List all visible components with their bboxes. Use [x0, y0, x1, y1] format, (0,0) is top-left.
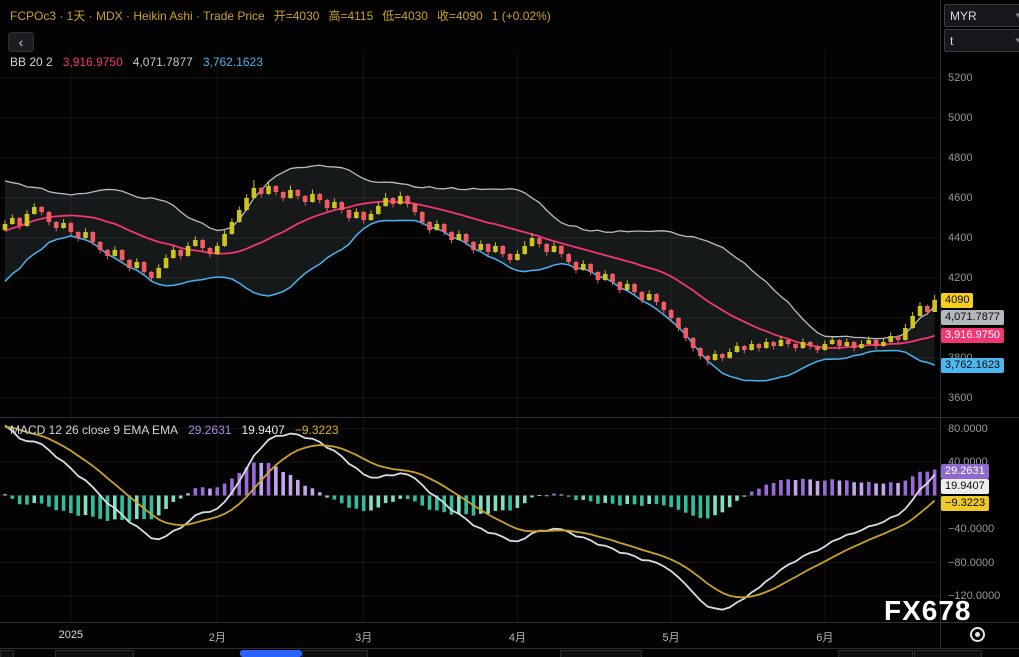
time-label: 5月 [663, 629, 680, 645]
bb-label: BB 20 2 [10, 55, 53, 69]
bb-basis-value: 3,916.9750 [63, 55, 123, 69]
price-tick: 4600 [948, 192, 972, 204]
price-tick: 5200 [948, 72, 972, 84]
macd-line-badge: 19.9407 [941, 479, 989, 494]
macd-tick: −80.0000 [948, 557, 994, 569]
unit-value: t [950, 34, 953, 48]
unit-dropdown[interactable]: t ▾ [944, 29, 1019, 52]
time-label: 6月 [816, 629, 833, 645]
back-button[interactable]: ‹ [8, 32, 34, 52]
bottom-separator [0, 648, 1019, 649]
symbol-header: FCPOc3 · 1天 · MDX · Heikin Ashi · Trade … [10, 7, 560, 24]
currency-value: MYR [950, 9, 977, 23]
ohlc-open: 开=4030 [274, 9, 320, 23]
ohlc-close: 收=4090 [437, 9, 483, 23]
macd-tick: 80.0000 [948, 423, 988, 435]
ohlc-high: 高=4115 [328, 9, 373, 23]
price-tick: 4800 [948, 152, 972, 164]
scrollbar-thumb[interactable] [240, 650, 302, 657]
macd-signal-value: −9.3223 [295, 423, 339, 437]
price-tick: 4200 [948, 272, 972, 284]
bb-upper-value: 4,071.7877 [133, 55, 193, 69]
time-axis-separator [0, 622, 1019, 623]
bottom-toolbar-chip[interactable] [838, 650, 913, 657]
chevron-down-icon: ▾ [1015, 10, 1019, 21]
last-price-badge: 4090 [941, 293, 973, 308]
fx678-ring-icon [970, 627, 985, 642]
bb-lower-value: 3,762.1623 [203, 55, 263, 69]
bottom-toolbar-chip[interactable] [0, 650, 14, 657]
bb-lower-badge: 3,762.1623 [941, 358, 1004, 373]
ohlc-low: 低=4030 [382, 9, 428, 23]
chart-canvas[interactable] [0, 0, 940, 648]
bottom-toolbar-chip[interactable] [560, 650, 642, 657]
time-label: 4月 [509, 629, 526, 645]
trading-chart-app: FCPOc3 · 1天 · MDX · Heikin Ashi · Trade … [0, 0, 1019, 657]
macd-line-value: 19.9407 [241, 423, 284, 437]
back-arrow-icon: ‹ [19, 34, 24, 50]
chevron-down-icon: ▾ [1015, 35, 1019, 46]
macd-tick: −40.0000 [948, 523, 994, 535]
symbol-title: FCPOc3 · 1天 · MDX · Heikin Ashi · Trade … [10, 9, 265, 23]
bb-legend[interactable]: BB 20 2 3,916.9750 4,071.7877 3,762.1623 [10, 55, 273, 69]
time-label: 3月 [355, 629, 372, 645]
bb-basis-badge: 3,916.9750 [941, 328, 1004, 343]
macd-legend[interactable]: MACD 12 26 close 9 EMA EMA 29.2631 19.9407… [10, 423, 349, 437]
macd-signal-badge: −9.3223 [941, 496, 989, 511]
watermark-fx678: FX678 [884, 595, 972, 627]
price-tick: 5000 [948, 112, 972, 124]
pane-separator[interactable] [0, 417, 1019, 418]
time-label: 2月 [209, 629, 226, 645]
bottom-toolbar-chip[interactable] [302, 650, 368, 657]
price-tick: 4400 [948, 232, 972, 244]
bb-upper-badge: 4,071.7877 [941, 310, 1004, 325]
bottom-toolbar-chip[interactable] [914, 650, 982, 657]
price-change: 1 (+0.02%) [492, 9, 551, 23]
currency-dropdown[interactable]: MYR ▾ [944, 4, 1019, 27]
macd-hist-value: 29.2631 [188, 423, 231, 437]
macd-label: MACD 12 26 close 9 EMA EMA [10, 423, 178, 437]
price-tick: 3600 [948, 392, 972, 404]
time-axis[interactable]: 2025 2月 3月 4月 5月 6月 [0, 622, 940, 648]
bottom-toolbar-chip[interactable] [55, 650, 134, 657]
time-label: 2025 [59, 629, 83, 641]
macd-hist-badge: 29.2631 [941, 464, 989, 479]
